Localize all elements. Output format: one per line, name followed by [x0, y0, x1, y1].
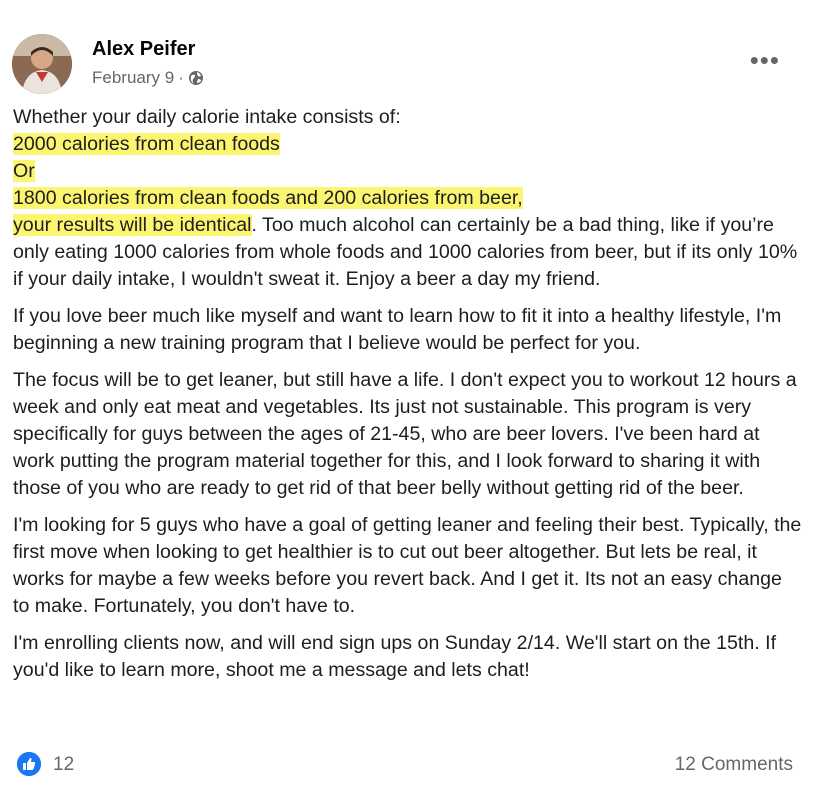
post-paragraph-4: I'm looking for 5 guys who have a goal o… — [13, 514, 802, 617]
comments-link[interactable]: 12 Comments — [675, 754, 793, 776]
post-paragraph-3: The focus will be to get leaner, but sti… — [13, 369, 797, 499]
highlighted-text-3: 1800 calories from clean foods and 200 c… — [13, 187, 523, 209]
post-meta: February 9 · — [92, 68, 204, 88]
highlighted-text-2: Or — [13, 160, 35, 182]
highlighted-text-4: your results will be identical — [13, 214, 252, 236]
highlighted-text-1: 2000 calories from clean foods — [13, 133, 280, 155]
post-date[interactable]: February 9 — [92, 68, 174, 88]
globe-icon[interactable] — [188, 70, 204, 86]
avatar-image — [12, 34, 72, 94]
thumbs-up-icon[interactable] — [17, 752, 41, 776]
post-paragraph-5: I'm enrolling clients now, and will end … — [13, 632, 777, 681]
post-paragraph-2: If you love beer much like myself and wa… — [13, 305, 782, 354]
meta-separator: · — [178, 68, 184, 87]
post-footer: 12 12 Comments — [13, 750, 793, 780]
post-header: Alex Peifer February 9 · ••• — [12, 32, 812, 94]
more-options-icon[interactable]: ••• — [750, 47, 780, 73]
post-paragraph-1: Whether your daily calorie intake consis… — [13, 104, 803, 293]
like-count[interactable]: 12 — [53, 754, 74, 776]
author-avatar[interactable] — [12, 34, 72, 94]
author-name[interactable]: Alex Peifer — [92, 38, 195, 61]
facebook-post: Alex Peifer February 9 · ••• Whether you… — [0, 0, 825, 808]
post-body: Whether your daily calorie intake consis… — [13, 104, 803, 694]
intro-text: Whether your daily calorie intake consis… — [13, 106, 401, 128]
